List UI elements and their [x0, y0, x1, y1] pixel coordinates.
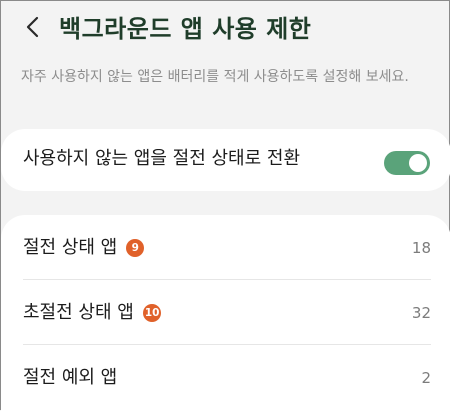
back-button[interactable] — [15, 11, 51, 47]
app-category-list: 절전 상태 앱 9 18 초절전 상태 앱 10 32 절전 예외 앱 2 — [1, 215, 450, 411]
sleep-toggle-card: 사용하지 않는 앱을 절전 상태로 전환 — [1, 129, 450, 191]
count-badge: 9 — [126, 239, 145, 257]
list-item-label-wrapper: 절전 상태 앱 9 — [23, 235, 145, 261]
sleep-toggle-switch[interactable] — [384, 151, 430, 175]
list-item-sleeping-apps[interactable]: 절전 상태 앱 9 18 — [1, 215, 450, 279]
chevron-left-icon — [24, 16, 42, 42]
app-count: 2 — [421, 369, 431, 387]
list-item-label: 절전 예외 앱 — [23, 367, 118, 388]
sleep-toggle-label: 사용하지 않는 앱을 절전 상태로 전환 — [23, 148, 301, 169]
list-item-label-wrapper: 절전 예외 앱 — [23, 365, 117, 391]
page-description: 자주 사용하지 않는 앱은 배터리를 적게 사용하도록 설정해 보세요. — [21, 69, 409, 85]
page-title: 백그라운드 앱 사용 제한 — [59, 15, 312, 43]
sleep-toggle-row[interactable]: 사용하지 않는 앱을 절전 상태로 전환 — [1, 129, 450, 191]
app-count: 18 — [411, 239, 431, 257]
switch-knob — [409, 154, 427, 172]
list-item-label: 절전 상태 앱 — [23, 237, 118, 258]
header-bar: 백그라운드 앱 사용 제한 — [1, 1, 450, 61]
list-item-label: 초절전 상태 앱 — [23, 302, 134, 323]
list-item-deep-sleeping-apps[interactable]: 초절전 상태 앱 10 32 — [1, 280, 450, 344]
list-item-never-sleeping-apps[interactable]: 절전 예외 앱 2 — [1, 345, 450, 409]
app-count: 32 — [411, 304, 431, 322]
count-badge: 10 — [142, 304, 162, 322]
list-item-label-wrapper: 초절전 상태 앱 10 — [23, 300, 162, 326]
